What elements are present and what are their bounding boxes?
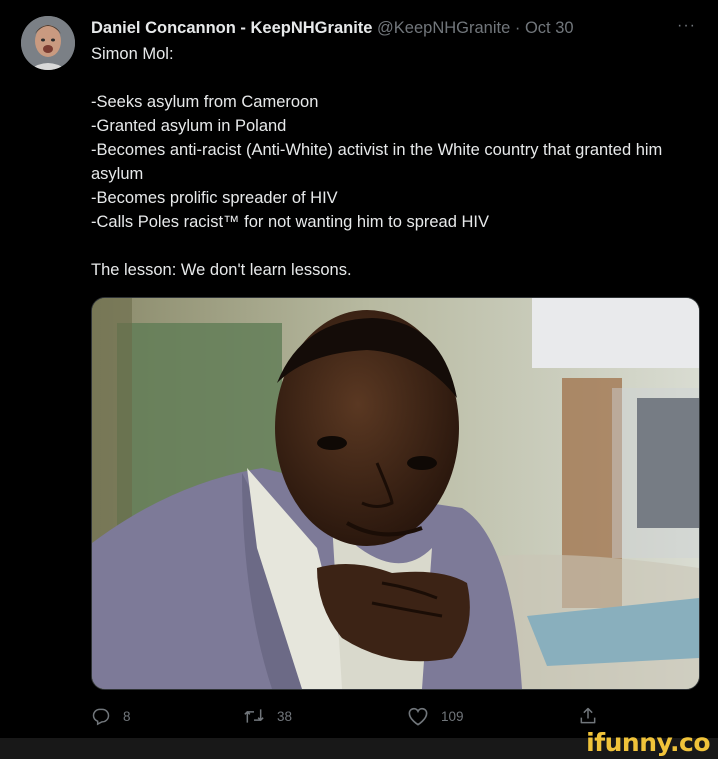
retweet-count: 38	[277, 708, 293, 724]
share-button[interactable]	[578, 704, 598, 728]
heart-icon	[408, 707, 428, 726]
tweet: Daniel Concannon - KeepNHGranite @KeepNH…	[0, 0, 718, 738]
tweet-line-break	[91, 234, 701, 258]
tweet-date[interactable]: Oct 30	[525, 19, 574, 37]
header-separator: ·	[514, 19, 521, 37]
tweet-line: The lesson: We don't learn lessons.	[91, 261, 352, 279]
tweet-header: Daniel Concannon - KeepNHGranite @KeepNH…	[91, 17, 698, 39]
tweet-line: -Seeks asylum from Cameroon	[91, 93, 319, 111]
tweet-photo[interactable]	[91, 297, 700, 690]
retweet-button[interactable]: 38	[243, 704, 292, 728]
tweet-line: -Becomes anti-racist (Anti-White) activi…	[91, 141, 663, 183]
tweet-line: Simon Mol:	[91, 45, 174, 63]
reply-button[interactable]: 8	[91, 704, 131, 728]
author-avatar[interactable]	[21, 16, 75, 70]
photo-illustration	[92, 298, 699, 689]
tweet-line: -Calls Poles racist™ for not wanting him…	[91, 213, 489, 231]
reply-count: 8	[123, 708, 131, 724]
more-options-icon[interactable]: ···	[677, 17, 696, 35]
like-button[interactable]: 109	[407, 704, 464, 728]
like-count: 109	[441, 708, 464, 724]
author-handle[interactable]: @KeepNHGranite	[377, 19, 510, 37]
tweet-text: Simon Mol: -Seeks asylum from Cameroon -…	[91, 42, 701, 282]
retweet-icon	[244, 709, 264, 723]
ifunny-watermark: ifunny.co	[586, 728, 710, 757]
author-display-name[interactable]: Daniel Concannon - KeepNHGranite	[91, 19, 372, 37]
tweet-line: -Becomes prolific spreader of HIV	[91, 189, 338, 207]
tweet-line-break	[91, 66, 701, 90]
share-icon	[580, 707, 596, 724]
reply-icon	[92, 708, 110, 726]
tweet-line: -Granted asylum in Poland	[91, 117, 287, 135]
tweet-actions: 8 38 109	[91, 704, 611, 728]
